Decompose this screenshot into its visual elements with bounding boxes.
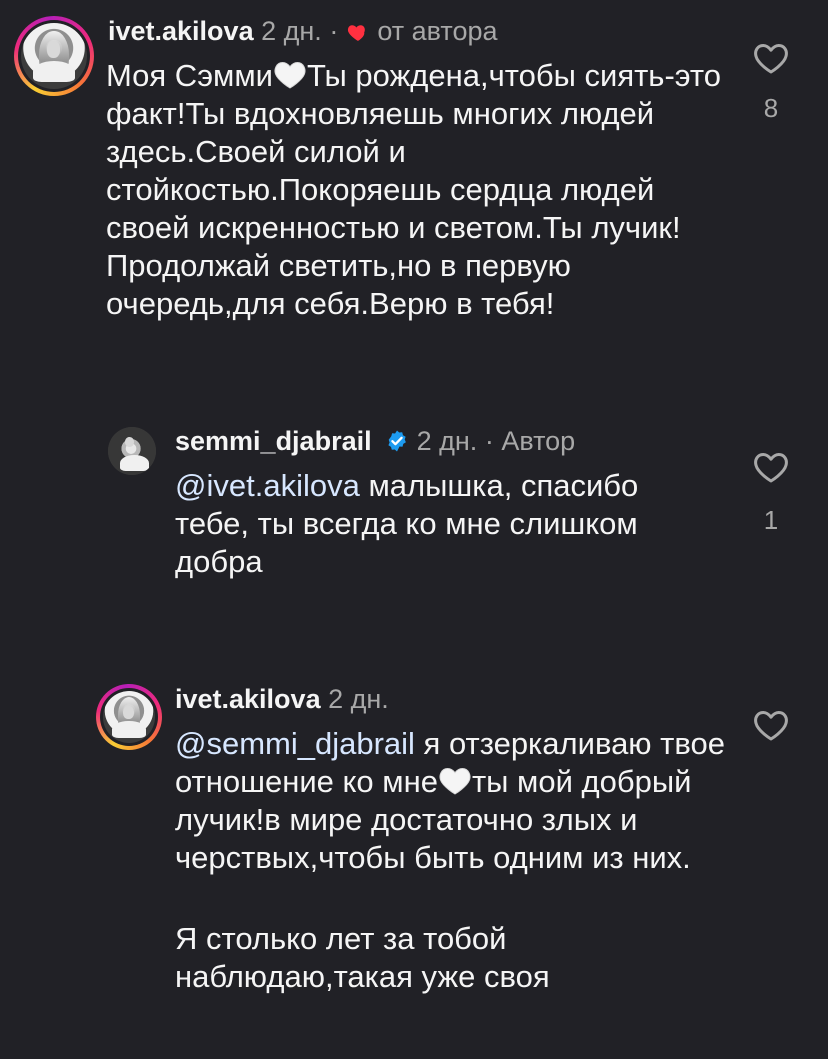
avatar-image [103,691,155,743]
comment-header: ivet.akilova 2 дн. [175,686,389,713]
username[interactable]: ivet.akilova [108,16,254,46]
header-separator: · [329,16,339,46]
comment-text: @ivet.akilova малышка, спасибо тебе, ты … [175,467,705,581]
like-count: 1 [763,505,779,535]
heart-filled-icon [347,25,365,41]
comment-header: semmi_djabrail 2 дн. · Автор [175,428,575,455]
avatar-ivet-akilova[interactable] [14,16,94,96]
heart-outline-icon[interactable] [753,450,789,486]
avatar-inner-gap [100,688,158,746]
avatar-body-shape [112,721,146,738]
comment-second-paragraph: Я столько лет за тобой наблюдаю,такая уж… [175,921,550,994]
username[interactable]: ivet.akilova [175,684,321,714]
username[interactable]: semmi_djabrail [175,426,372,456]
comment-header: ivet.akilova 2 дн. · от автора [108,18,498,45]
mention-link[interactable]: @semmi_djabrail [175,726,415,761]
avatar-image [108,427,156,475]
author-label: Автор [501,426,576,456]
comment-time: 2 дн. [261,16,322,46]
comment-text-rest: Ты рождена,чтобы сиять-это факт!Ты вдохн… [106,58,722,321]
liked-by-author-label: от автора [377,16,498,46]
heart-outline-icon[interactable] [753,708,789,744]
avatar-body-shape [120,454,149,472]
comment-text: Моя Сэмми Ты рождена,чтобы сиять-это факт… [106,57,726,323]
comment-ivet-akilova-reply: ivet.akilova 2 дн. @semmi_djabrail я отз… [0,670,828,1040]
like-count: 8 [763,93,779,123]
heart-outline-icon[interactable] [753,41,789,77]
avatar-inner-gap [18,20,90,92]
comment-semmi-reply: semmi_djabrail 2 дн. · Автор @ivet.akilo… [0,410,828,600]
comment-text-start: Моя Сэмми [106,58,273,93]
comment-time: 2 дн. [416,426,478,456]
avatar-body-shape [32,61,76,83]
avatar-image [21,23,87,89]
avatar-face-shape [46,41,60,58]
mention-link[interactable]: @ivet.akilova [175,468,360,503]
comment-time: 2 дн. [328,684,389,714]
verified-badge-icon [388,430,407,452]
avatar-ivet-akilova[interactable] [96,684,162,750]
white-heart-emoji-icon [439,767,471,795]
header-separator: · [484,426,494,456]
comment-text: @semmi_djabrail я отзеркаливаю твое отно… [175,725,755,877]
comment-ivet-akilova-main: ivet.akilova 2 дн. · от автора Моя Сэмми… [0,0,828,340]
avatar-face-shape [124,436,135,448]
white-heart-emoji-icon [274,61,306,89]
avatar-semmi-djabrail[interactable] [108,427,156,475]
avatar-face-shape [123,705,134,719]
